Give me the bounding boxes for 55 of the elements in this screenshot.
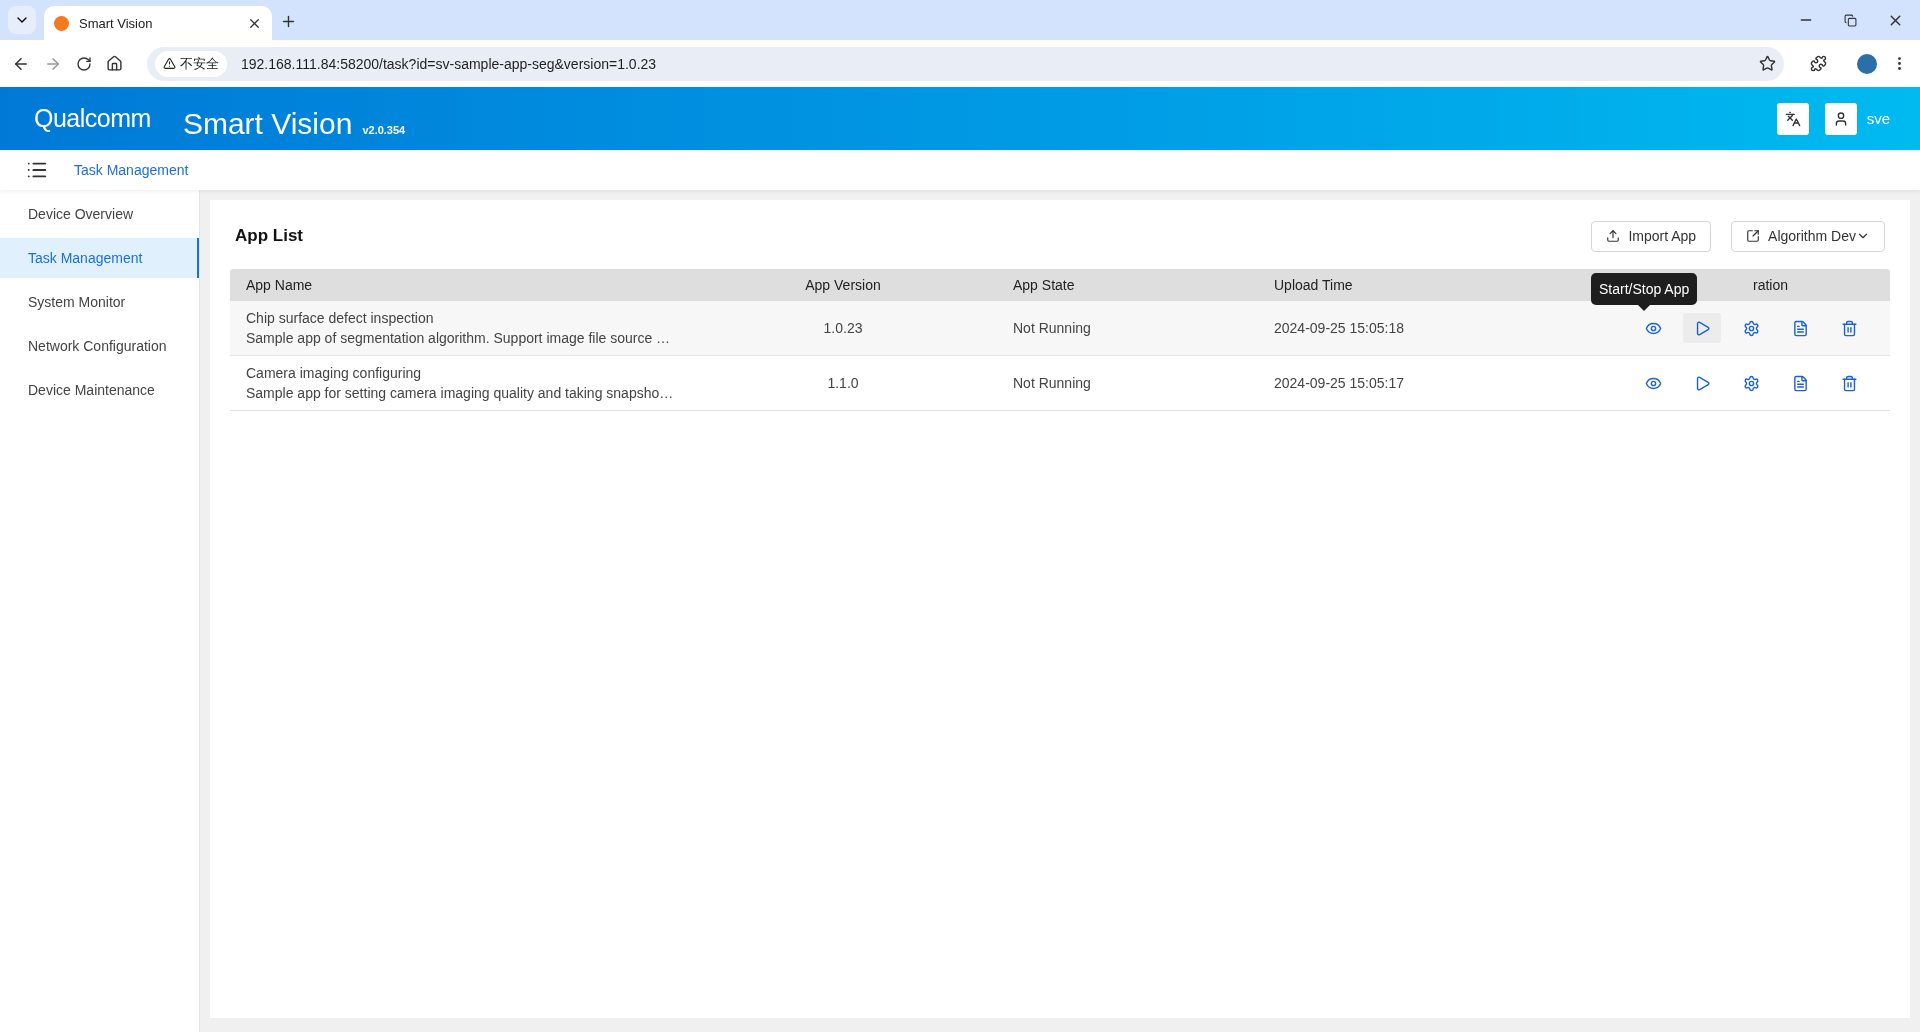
table-cell: Not Running [1013, 320, 1091, 336]
new-tab-icon[interactable] [280, 13, 297, 30]
extensions-icon[interactable] [1810, 55, 1827, 72]
user-button[interactable] [1824, 102, 1857, 135]
tooltip: Start/Stop App [1591, 273, 1698, 311]
breadcrumb[interactable]: Task Management [74, 162, 189, 178]
table-cell: 2024-09-25 15:05:17 [1274, 375, 1404, 391]
star-icon[interactable] [1759, 55, 1776, 72]
tab-title: Smart Vision [79, 15, 154, 31]
sidebar-item[interactable]: System Monitor [0, 282, 199, 322]
column-header: Upload Time [1274, 277, 1353, 293]
column-header: App Version [805, 277, 881, 293]
profile-avatar[interactable] [1857, 53, 1877, 74]
browser-tab[interactable]: Smart Vision [44, 6, 272, 40]
column-header: App Name [246, 277, 313, 293]
restore-icon[interactable] [1844, 13, 1857, 27]
app-name: Chip surface defect inspection [246, 310, 435, 326]
sidebar-item[interactable]: Device Maintenance [0, 370, 199, 410]
trash-icon [1840, 319, 1858, 337]
external-link-icon [1746, 229, 1761, 243]
table-cell: 1.1.0 [827, 375, 859, 391]
user-name: sve [1866, 110, 1890, 127]
document-icon [1791, 374, 1809, 392]
panel-title: App List [235, 226, 303, 246]
sidebar-item[interactable]: Task Management [0, 238, 199, 278]
app-description: Sample app of segmentation algorithm. Support image file source … [246, 330, 672, 346]
column-header: App State [1013, 277, 1075, 293]
home-icon[interactable] [106, 55, 123, 72]
play-button[interactable] [1683, 313, 1721, 343]
app-version: v2.0.354 [362, 123, 407, 136]
trash-icon [1840, 374, 1858, 392]
logo: Qualcomm [34, 104, 151, 133]
settings-icon [1742, 319, 1760, 337]
warning-icon [163, 57, 176, 70]
import-button[interactable]: Import App [1591, 220, 1712, 252]
reload-icon[interactable] [76, 55, 92, 72]
table-cell: Not Running [1013, 375, 1091, 391]
app-description: Sample app for setting camera imaging quality and taking snapsho… [246, 385, 675, 401]
document-icon [1791, 319, 1809, 337]
security-chip[interactable]: 不安全 [155, 50, 227, 77]
app-name: Camera imaging configuring [246, 365, 423, 381]
settings-icon [1742, 374, 1760, 392]
app-title: Smart Vision [182, 106, 353, 141]
sidebar-item[interactable]: Network Configuration [0, 326, 199, 366]
translate-icon [1784, 110, 1801, 127]
column-header: ration [1753, 277, 1789, 293]
tab-list-button[interactable] [8, 6, 36, 34]
site-icon [54, 15, 69, 31]
upload-icon [1606, 229, 1621, 243]
table-cell: 2024-09-25 15:05:18 [1274, 320, 1404, 336]
sidebar-item[interactable]: Device Overview [0, 194, 199, 234]
dropdown-button[interactable]: Algorithm Dev [1731, 220, 1885, 252]
url-field[interactable]: 192.168.111.84:58200/task?id=sv-sample-app-seg&version=1.0.23 [241, 55, 1745, 72]
table-cell: 1.0.23 [823, 320, 863, 336]
language-button[interactable] [1776, 102, 1809, 135]
